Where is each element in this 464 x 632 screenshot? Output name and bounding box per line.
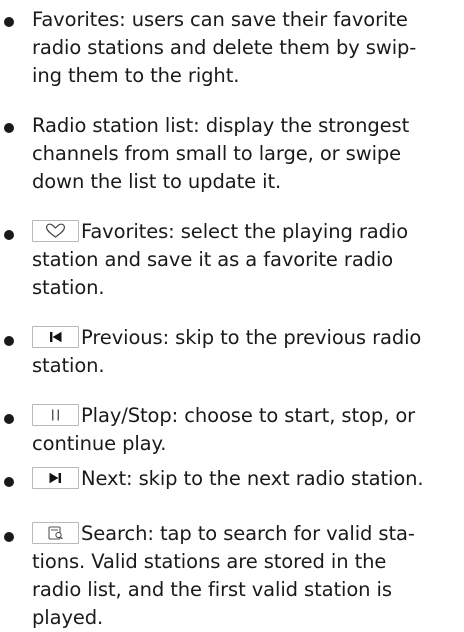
- list-item-text: Play/Stop: choose to start, stop, or con…: [32, 402, 460, 458]
- text-line: Radio station list: display the stronges…: [32, 114, 410, 137]
- bullet: [4, 336, 14, 346]
- next-icon: [32, 467, 79, 489]
- list-item-text: Favorites: users can save their favorite…: [32, 6, 460, 90]
- list-item-text: Next: skip to the next radio station.: [32, 465, 460, 493]
- heart-icon: [32, 220, 79, 242]
- list-item-text: Previous: skip to the previous radio sta…: [32, 324, 460, 380]
- text-line: played.: [32, 606, 104, 629]
- bullet: [4, 230, 14, 240]
- text-line: Previous: skip to the previous radio: [32, 324, 460, 352]
- text-line: Next: skip to the next radio station.: [32, 465, 460, 493]
- text-line: tions. Valid stations are stored in the: [32, 550, 387, 573]
- pause-icon: [32, 404, 79, 426]
- list-item-text: Favorites: select the playing radio stat…: [32, 218, 460, 302]
- bullet: [4, 532, 14, 542]
- text-line: station.: [32, 276, 105, 299]
- text-line: radio stations and delete them by swip-: [32, 36, 417, 59]
- previous-icon: [32, 326, 79, 348]
- bullet: [4, 477, 14, 487]
- text-line: station and save it as a favorite radio: [32, 248, 394, 271]
- text-line: Favorites: users can save their favorite: [32, 8, 408, 31]
- text-line: Favorites: select the playing radio: [32, 218, 460, 246]
- list-item-text: Radio station list: display the stronges…: [32, 112, 460, 196]
- text-line: down the list to update it.: [32, 170, 282, 193]
- text-line: continue play.: [32, 432, 167, 455]
- text-line: Search: tap to search for valid sta-: [32, 520, 460, 548]
- text-line: ing them to the right.: [32, 64, 240, 87]
- text-line: Play/Stop: choose to start, stop, or: [32, 402, 460, 430]
- text-line: station.: [32, 354, 105, 377]
- search-icon: [32, 522, 79, 544]
- text-line: channels from small to large, or swipe: [32, 142, 402, 165]
- bullet: [4, 123, 14, 133]
- bullet: [4, 414, 14, 424]
- bullet: [4, 17, 14, 27]
- text-line: radio list, and the first valid station …: [32, 578, 392, 601]
